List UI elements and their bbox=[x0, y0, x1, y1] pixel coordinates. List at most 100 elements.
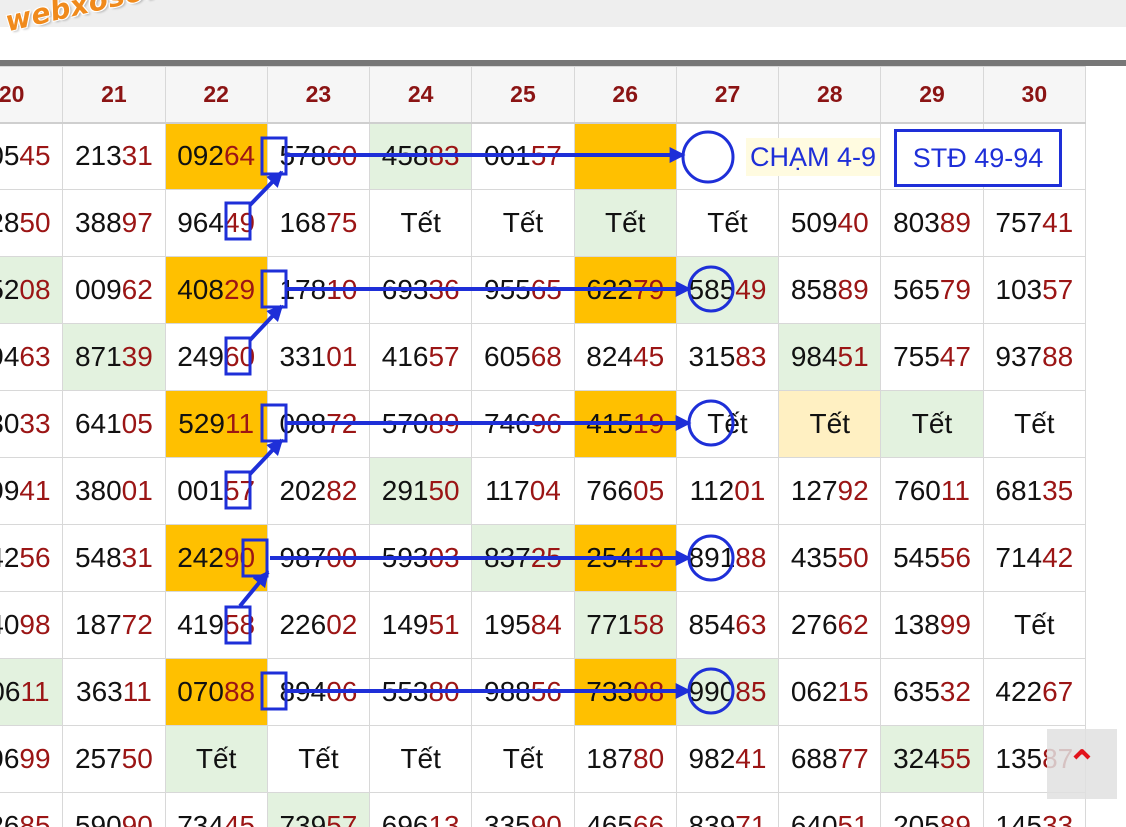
result-head-digits: 766 bbox=[586, 475, 633, 506]
result-cell: 21331 bbox=[62, 122, 166, 190]
result-cell: 06215 bbox=[778, 658, 882, 726]
result-head-digits: 257 bbox=[74, 743, 122, 774]
result-tail-digits: 41 bbox=[735, 743, 767, 774]
result-head-digits: 127 bbox=[790, 475, 838, 506]
result-cell: 14098 bbox=[0, 591, 64, 659]
result-cell: 69613 bbox=[369, 792, 473, 827]
result-head-digits: 858 bbox=[790, 274, 838, 305]
day-column-header: 27 bbox=[675, 66, 780, 124]
day-column-header: 20 bbox=[0, 66, 64, 124]
result-tail-digits: 08 bbox=[633, 676, 665, 707]
result-tail-digits: 08 bbox=[19, 274, 51, 305]
result-cell: 00545 bbox=[0, 122, 64, 190]
result-head-digits: 149 bbox=[381, 609, 429, 640]
result-head-digits: 593 bbox=[381, 542, 429, 573]
result-head-digits: 008 bbox=[279, 408, 327, 439]
result-head-digits: 937 bbox=[995, 341, 1043, 372]
result-cell: 62279 bbox=[573, 256, 677, 324]
result-cell: 40829 bbox=[164, 256, 268, 324]
result-head-digits: 342 bbox=[0, 542, 20, 573]
result-cell: 54556 bbox=[880, 524, 984, 592]
result-cell: 29150 bbox=[369, 457, 473, 525]
result-head-digits: 688 bbox=[790, 743, 838, 774]
result-tail-digits: 51 bbox=[837, 341, 869, 372]
result-head-digits: 126 bbox=[0, 810, 20, 827]
result-head-digits: 005 bbox=[0, 140, 20, 172]
header-row: 20 21 22 23 24 25 26 27 28 29 30 bbox=[0, 66, 1087, 124]
result-cell: 18772 bbox=[62, 591, 166, 659]
result-head-digits: 714 bbox=[995, 542, 1043, 573]
result-cell: 64051 bbox=[778, 792, 882, 827]
result-tail-digits: 89 bbox=[939, 810, 971, 827]
result-cell: 20282 bbox=[266, 457, 371, 525]
result-tail-digits: 64 bbox=[223, 140, 256, 172]
result-head-digits: 496 bbox=[0, 743, 20, 774]
result-cell: 98241 bbox=[675, 725, 780, 793]
result-cell: 34256 bbox=[0, 524, 64, 592]
result-cell: 73308 bbox=[573, 658, 677, 726]
result-tail-digits: 83 bbox=[735, 341, 767, 372]
result-tail-digits: 25 bbox=[530, 542, 562, 573]
result-head-digits: 839 bbox=[688, 810, 736, 827]
result-tail-digits: 00 bbox=[326, 542, 358, 573]
result-head-digits: 324 bbox=[893, 743, 940, 774]
result-head-digits: 419 bbox=[177, 609, 224, 640]
result-cell: 18780 bbox=[573, 725, 677, 793]
result-tail-digits: 50 bbox=[121, 743, 153, 774]
result-tail-digits: 60 bbox=[326, 140, 358, 172]
result-cell: 73445 bbox=[164, 792, 268, 827]
result-cell: 16875 bbox=[266, 189, 371, 257]
result-head-digits: 363 bbox=[76, 676, 123, 707]
result-tail-digits: 57 bbox=[428, 341, 460, 372]
table-row: 4994138001001572028229150117047660511201… bbox=[0, 457, 1087, 525]
scroll-to-top-button[interactable]: ⌃ bbox=[1047, 729, 1117, 799]
result-cell: 85889 bbox=[778, 256, 882, 324]
result-cell: 00962 bbox=[62, 256, 166, 324]
result-head-digits: 548 bbox=[74, 542, 122, 573]
result-tail-digits: 57 bbox=[223, 475, 256, 506]
result-tail-digits: 11 bbox=[20, 676, 50, 707]
result-tail-digits: 82 bbox=[326, 475, 358, 506]
result-head-digits: 213 bbox=[74, 140, 122, 172]
result-cell: 55380 bbox=[369, 658, 473, 726]
result-tail-digits: 05 bbox=[121, 408, 153, 439]
result-cell: 27662 bbox=[778, 591, 882, 659]
result-tail-digits: 96 bbox=[530, 408, 562, 439]
result-cell: 20589 bbox=[880, 792, 984, 827]
result-tail-digits: 58 bbox=[633, 609, 665, 640]
result-tail-digits: 42 bbox=[1042, 542, 1074, 573]
result-tail-digits: 45 bbox=[223, 810, 256, 827]
result-cell: 87139 bbox=[62, 323, 166, 391]
result-head-digits: 205 bbox=[893, 810, 940, 827]
result-cell: 17810 bbox=[266, 256, 371, 324]
cham-label: CHẠM 4-9 bbox=[746, 138, 881, 176]
result-tail-digits: 06 bbox=[326, 676, 358, 707]
result-cell: 75741 bbox=[982, 189, 1087, 257]
result-cell: 13899 bbox=[880, 591, 984, 659]
result-tail-digits: 04 bbox=[529, 475, 561, 506]
result-tail-digits: 99 bbox=[19, 743, 51, 774]
result-head-digits: 984 bbox=[790, 341, 838, 372]
result-tail-digits: 83 bbox=[428, 140, 460, 172]
result-tail-digits: 99 bbox=[939, 609, 971, 640]
result-cell: 59303 bbox=[369, 524, 473, 592]
result-cell: 96449 bbox=[164, 189, 268, 257]
result-cell: 76011 bbox=[880, 457, 984, 525]
result-tail-digits: 19 bbox=[633, 542, 665, 573]
result-tail-digits: 90 bbox=[223, 542, 256, 573]
result-tail-digits: 49 bbox=[735, 274, 767, 305]
result-cell: 57089 bbox=[369, 390, 473, 458]
result-head-digits: 187 bbox=[74, 609, 122, 640]
result-head-digits: 590 bbox=[74, 810, 122, 827]
result-cell: 25419 bbox=[573, 524, 677, 592]
result-head-digits: 499 bbox=[0, 475, 20, 506]
result-cell: 43550 bbox=[778, 524, 882, 592]
result-cell: 19584 bbox=[471, 591, 575, 659]
result-cell: Tết bbox=[982, 591, 1087, 659]
result-head-digits: 062 bbox=[790, 676, 838, 707]
chevron-up-icon: ⌃ bbox=[1066, 743, 1098, 784]
result-tail-digits: 41 bbox=[1042, 207, 1074, 238]
day-column-header: 30 bbox=[982, 66, 1087, 124]
result-cell: 77158 bbox=[573, 591, 677, 659]
result-cell: Tết bbox=[471, 725, 575, 793]
